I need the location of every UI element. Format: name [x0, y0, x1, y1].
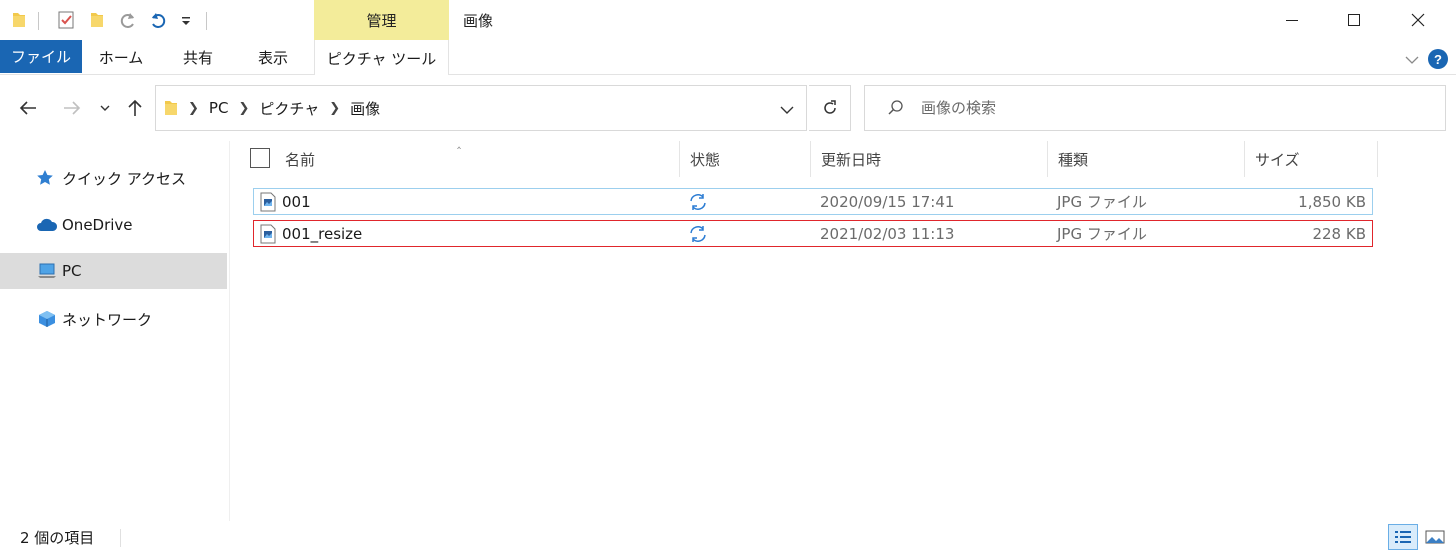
column-status[interactable]: 状態 [680, 141, 811, 177]
manage-tab-label: 管理 [366, 11, 397, 30]
tab-view[interactable]: 表示 [246, 40, 300, 75]
tab-share[interactable]: 共有 [172, 40, 224, 75]
chevron-down-icon [1405, 56, 1419, 64]
customize-toolbar-icon[interactable] [176, 8, 196, 32]
details-view-button[interactable] [1388, 524, 1418, 550]
nav-item-label: クイック アクセス [62, 169, 187, 188]
undo-icon[interactable] [146, 8, 170, 32]
large-icons-view-button[interactable] [1420, 524, 1450, 550]
close-icon [1411, 13, 1425, 27]
item-count: 2 個の項目 [20, 529, 95, 547]
file-row[interactable]: 001_resize 2021/02/03 11:13 JPG ファイル 228… [253, 220, 1373, 247]
divider [120, 529, 121, 547]
breadcrumb-pictures[interactable]: ピクチャ [259, 98, 319, 119]
ribbon: ファイル ホーム 共有 表示 ピクチャ ツール ? [0, 40, 1456, 76]
select-all-checkbox[interactable] [250, 148, 270, 168]
nav-item-label: ネットワーク [62, 310, 153, 329]
divider [206, 12, 207, 30]
close-button[interactable] [1388, 0, 1448, 40]
up-button[interactable] [122, 95, 148, 121]
breadcrumb-pc[interactable]: PC [209, 99, 229, 117]
file-type: JPG ファイル [1057, 193, 1147, 211]
minimize-icon [1286, 20, 1298, 21]
chevron-down-icon [100, 105, 110, 111]
search-box[interactable] [864, 85, 1446, 131]
minimize-button[interactable] [1262, 0, 1322, 40]
folder-icon [164, 99, 178, 117]
file-name: 001_resize [282, 224, 363, 243]
back-button[interactable] [14, 95, 42, 121]
tab-picture-tools[interactable]: ピクチャ ツール [314, 40, 449, 76]
divider [38, 12, 39, 30]
chevron-right-icon[interactable]: ❯ [329, 101, 340, 116]
nav-item-quick-access[interactable]: クイック アクセス [0, 160, 227, 196]
forward-button[interactable] [58, 95, 86, 121]
computer-icon [36, 261, 60, 281]
file-modified: 2021/02/03 11:13 [820, 224, 955, 243]
nav-item-onedrive[interactable]: OneDrive [0, 207, 227, 243]
manage-contextual-tab[interactable]: 管理 [314, 0, 449, 40]
column-type[interactable]: 種類 [1048, 141, 1245, 177]
sync-icon [688, 189, 708, 214]
window-title: 画像 [463, 12, 494, 30]
tab-file[interactable]: ファイル [0, 40, 82, 73]
help-icon[interactable]: ? [1428, 49, 1448, 69]
nav-item-label: OneDrive [62, 216, 133, 234]
sync-icon [688, 221, 708, 246]
image-file-icon [260, 189, 276, 214]
properties-icon[interactable] [54, 8, 78, 32]
search-icon [888, 100, 903, 115]
folder-icon [8, 8, 30, 32]
title-bar: 管理 画像 [0, 0, 1456, 40]
nav-item-network[interactable]: ネットワーク [0, 301, 227, 337]
chevron-right-icon[interactable]: ❯ [238, 101, 249, 116]
large-icons-view-icon [1425, 530, 1445, 544]
expand-ribbon-button[interactable] [1404, 52, 1420, 70]
column-header-row: ‸ 名前 状態 更新日時 種類 サイズ [231, 135, 1456, 177]
column-name[interactable]: 名前 [275, 141, 680, 177]
file-row[interactable]: 001 2020/09/15 17:41 JPG ファイル 1,850 KB [253, 188, 1373, 215]
status-bar: 2 個の項目 [0, 521, 1456, 554]
arrow-up-icon [128, 99, 142, 116]
address-dropdown-button[interactable] [780, 101, 794, 119]
details-view-icon [1395, 531, 1411, 543]
refresh-button[interactable] [809, 85, 851, 131]
arrow-right-icon [64, 101, 81, 115]
nav-item-pc[interactable]: PC [0, 253, 227, 289]
search-input[interactable] [921, 99, 1401, 117]
new-folder-icon[interactable] [86, 8, 108, 32]
address-row: ❯ PC ❯ ピクチャ ❯ 画像 [0, 75, 1456, 141]
cloud-icon [36, 215, 60, 235]
network-icon [36, 309, 60, 329]
redo-icon[interactable] [116, 8, 140, 32]
star-icon [36, 168, 60, 188]
refresh-icon [823, 100, 836, 114]
column-modified[interactable]: 更新日時 [811, 141, 1048, 177]
file-name: 001 [282, 192, 311, 211]
chevron-down-icon [780, 106, 794, 114]
column-size[interactable]: サイズ [1245, 141, 1378, 177]
chevron-right-icon[interactable]: ❯ [188, 101, 199, 116]
tab-home[interactable]: ホーム [92, 40, 150, 75]
arrow-left-icon [19, 101, 36, 115]
maximize-icon [1348, 14, 1360, 26]
nav-item-label: PC [62, 262, 82, 280]
maximize-button[interactable] [1324, 0, 1384, 40]
file-size: 1,850 KB [1298, 192, 1366, 211]
file-type: JPG ファイル [1057, 225, 1147, 243]
address-bar[interactable]: ❯ PC ❯ ピクチャ ❯ 画像 [155, 85, 807, 131]
recent-locations-button[interactable] [96, 95, 114, 121]
breadcrumb-images[interactable]: 画像 [350, 98, 380, 119]
navigation-pane: クイック アクセス OneDrive PC ネットワーク [0, 141, 230, 521]
image-file-icon [260, 221, 276, 246]
file-modified: 2020/09/15 17:41 [820, 192, 955, 211]
file-size: 228 KB [1312, 224, 1366, 243]
